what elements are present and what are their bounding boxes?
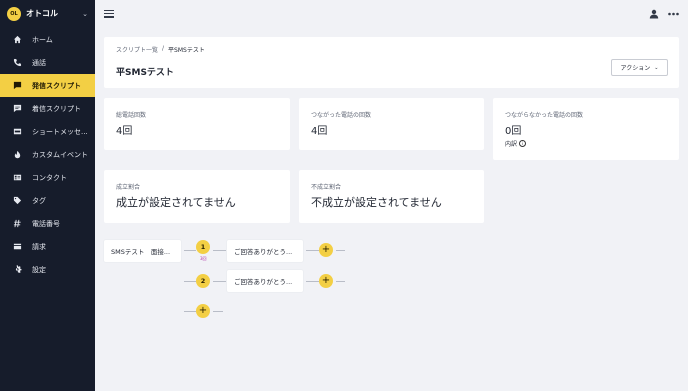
sidebar: OL オトコル ⌄ ホーム 通話 発信スクリプト 着信スクリプト ショートメッセ… bbox=[0, 0, 95, 391]
outgoing-script-icon bbox=[13, 81, 22, 90]
stat-value: 4回 bbox=[311, 126, 328, 137]
hash-icon bbox=[13, 219, 22, 228]
flow-start-node[interactable]: SMSテスト 面接... bbox=[104, 240, 181, 262]
sidebar-item-label: 着信スクリプト bbox=[32, 104, 81, 113]
contact-card-icon bbox=[13, 173, 22, 182]
sidebar-item-contacts[interactable]: コンタクト bbox=[0, 166, 95, 189]
tag-icon bbox=[13, 196, 22, 205]
app-logo: OL bbox=[7, 6, 21, 21]
sidebar-item-phone-numbers[interactable]: 電話番号 bbox=[0, 212, 95, 235]
flow-connector bbox=[306, 281, 319, 282]
chevron-down-icon: ⌄ bbox=[654, 64, 659, 71]
flow-connector bbox=[306, 250, 319, 251]
sidebar-item-label: 電話番号 bbox=[32, 219, 60, 228]
flame-icon bbox=[13, 150, 22, 159]
action-button[interactable]: アクション ⌄ bbox=[611, 59, 668, 76]
more-icon[interactable] bbox=[668, 12, 679, 16]
incoming-script-icon bbox=[13, 104, 22, 113]
phone-icon bbox=[13, 58, 22, 67]
flow-step-1-badge[interactable]: 1 bbox=[196, 240, 210, 254]
stat-label: 総電話回数 bbox=[116, 112, 147, 119]
gear-icon bbox=[13, 265, 22, 274]
page-title: 平SMSテスト bbox=[116, 68, 174, 78]
flow-connector bbox=[184, 281, 196, 282]
sidebar-item-label: 通話 bbox=[32, 58, 46, 67]
info-icon[interactable]: i bbox=[519, 140, 527, 147]
stat-value: 成立が設定されてません bbox=[116, 196, 236, 209]
add-step-button[interactable]: + bbox=[319, 274, 333, 288]
sidebar-item-outgoing-scripts[interactable]: 発信スクリプト bbox=[0, 74, 95, 97]
flow-connector bbox=[336, 250, 345, 251]
flow-step-2-message[interactable]: ご回答ありがとう... bbox=[227, 270, 303, 292]
credit-card-icon bbox=[13, 242, 22, 251]
breadcrumb: スクリプト一覧 / 平SMSテスト bbox=[116, 45, 205, 54]
user-icon[interactable] bbox=[649, 9, 659, 19]
topbar bbox=[95, 0, 688, 27]
stat-card-success-rate: 成立割合 成立が設定されてません bbox=[104, 170, 290, 223]
flow-connector bbox=[213, 311, 223, 312]
sidebar-item-home[interactable]: ホーム bbox=[0, 28, 95, 51]
stat-card-connected-calls: つながった電話の回数 4回 bbox=[299, 98, 484, 150]
add-branch-button[interactable]: + bbox=[196, 304, 210, 318]
stat-label: つながらなかった電話の回数 bbox=[505, 112, 584, 119]
sidebar-item-calls[interactable]: 通話 bbox=[0, 51, 95, 74]
flow-connector bbox=[184, 250, 196, 251]
sidebar-item-custom-events[interactable]: カスタムイベント bbox=[0, 143, 95, 166]
stat-label: 不成立割合 bbox=[311, 184, 342, 191]
flow-step-1-count: 3回 bbox=[200, 256, 207, 261]
sidebar-item-label: ショートメッセ... bbox=[32, 127, 88, 136]
stat-card-failure-rate: 不成立割合 不成立が設定されてません bbox=[299, 170, 484, 223]
page-header: スクリプト一覧 / 平SMSテスト 平SMSテスト アクション ⌄ bbox=[104, 37, 679, 88]
flow-connector bbox=[184, 311, 196, 312]
home-icon bbox=[13, 35, 22, 44]
flow-step-1-message[interactable]: ご回答ありがとう... bbox=[227, 240, 303, 262]
sidebar-item-incoming-scripts[interactable]: 着信スクリプト bbox=[0, 97, 95, 120]
action-button-label: アクション bbox=[620, 65, 651, 72]
flow-connector bbox=[213, 250, 226, 251]
menu-icon[interactable] bbox=[104, 9, 114, 18]
breadcrumb-current: 平SMSテスト bbox=[168, 47, 205, 54]
sidebar-item-settings[interactable]: 設定 bbox=[0, 258, 95, 281]
sidebar-item-label: 発信スクリプト bbox=[32, 81, 81, 90]
breadcrumb-separator: / bbox=[162, 45, 165, 52]
flow-connector bbox=[213, 281, 226, 282]
stat-value: 不成立が設定されてません bbox=[311, 196, 442, 209]
app-name: オトコル bbox=[26, 9, 58, 18]
add-step-button[interactable]: + bbox=[319, 243, 333, 257]
flow-connector bbox=[336, 281, 345, 282]
stat-card-unconnected-calls: つながらなかった電話の回数 0回 内訳 i bbox=[493, 98, 679, 160]
flow-step-2-badge[interactable]: 2 bbox=[196, 274, 210, 288]
sms-icon bbox=[13, 127, 22, 136]
stat-value: 0回 bbox=[505, 126, 522, 137]
sidebar-item-billing[interactable]: 請求 bbox=[0, 235, 95, 258]
sidebar-item-label: カスタムイベント bbox=[32, 150, 88, 159]
sidebar-nav: ホーム 通話 発信スクリプト 着信スクリプト ショートメッセ... カスタムイベ… bbox=[0, 28, 95, 281]
breadcrumb-parent-link[interactable]: スクリプト一覧 bbox=[116, 45, 158, 54]
stat-value: 4回 bbox=[116, 126, 133, 137]
stat-card-total-calls: 総電話回数 4回 bbox=[104, 98, 290, 150]
stat-label: つながった電話の回数 bbox=[311, 112, 372, 119]
sidebar-item-label: コンタクト bbox=[32, 173, 67, 182]
breakdown-link[interactable]: 内訳 i bbox=[505, 139, 527, 148]
sidebar-item-label: 設定 bbox=[32, 265, 46, 274]
sidebar-item-label: タグ bbox=[32, 196, 46, 205]
stat-label: 成立割合 bbox=[116, 184, 141, 191]
sidebar-item-tags[interactable]: タグ bbox=[0, 189, 95, 212]
sidebar-item-short-message[interactable]: ショートメッセ... bbox=[0, 120, 95, 143]
chevron-down-icon[interactable]: ⌄ bbox=[82, 10, 88, 18]
breakdown-label: 内訳 bbox=[505, 141, 518, 148]
sidebar-item-label: ホーム bbox=[32, 35, 53, 44]
sidebar-item-label: 請求 bbox=[32, 242, 46, 251]
org-switcher[interactable]: OL オトコル ⌄ bbox=[0, 0, 95, 27]
